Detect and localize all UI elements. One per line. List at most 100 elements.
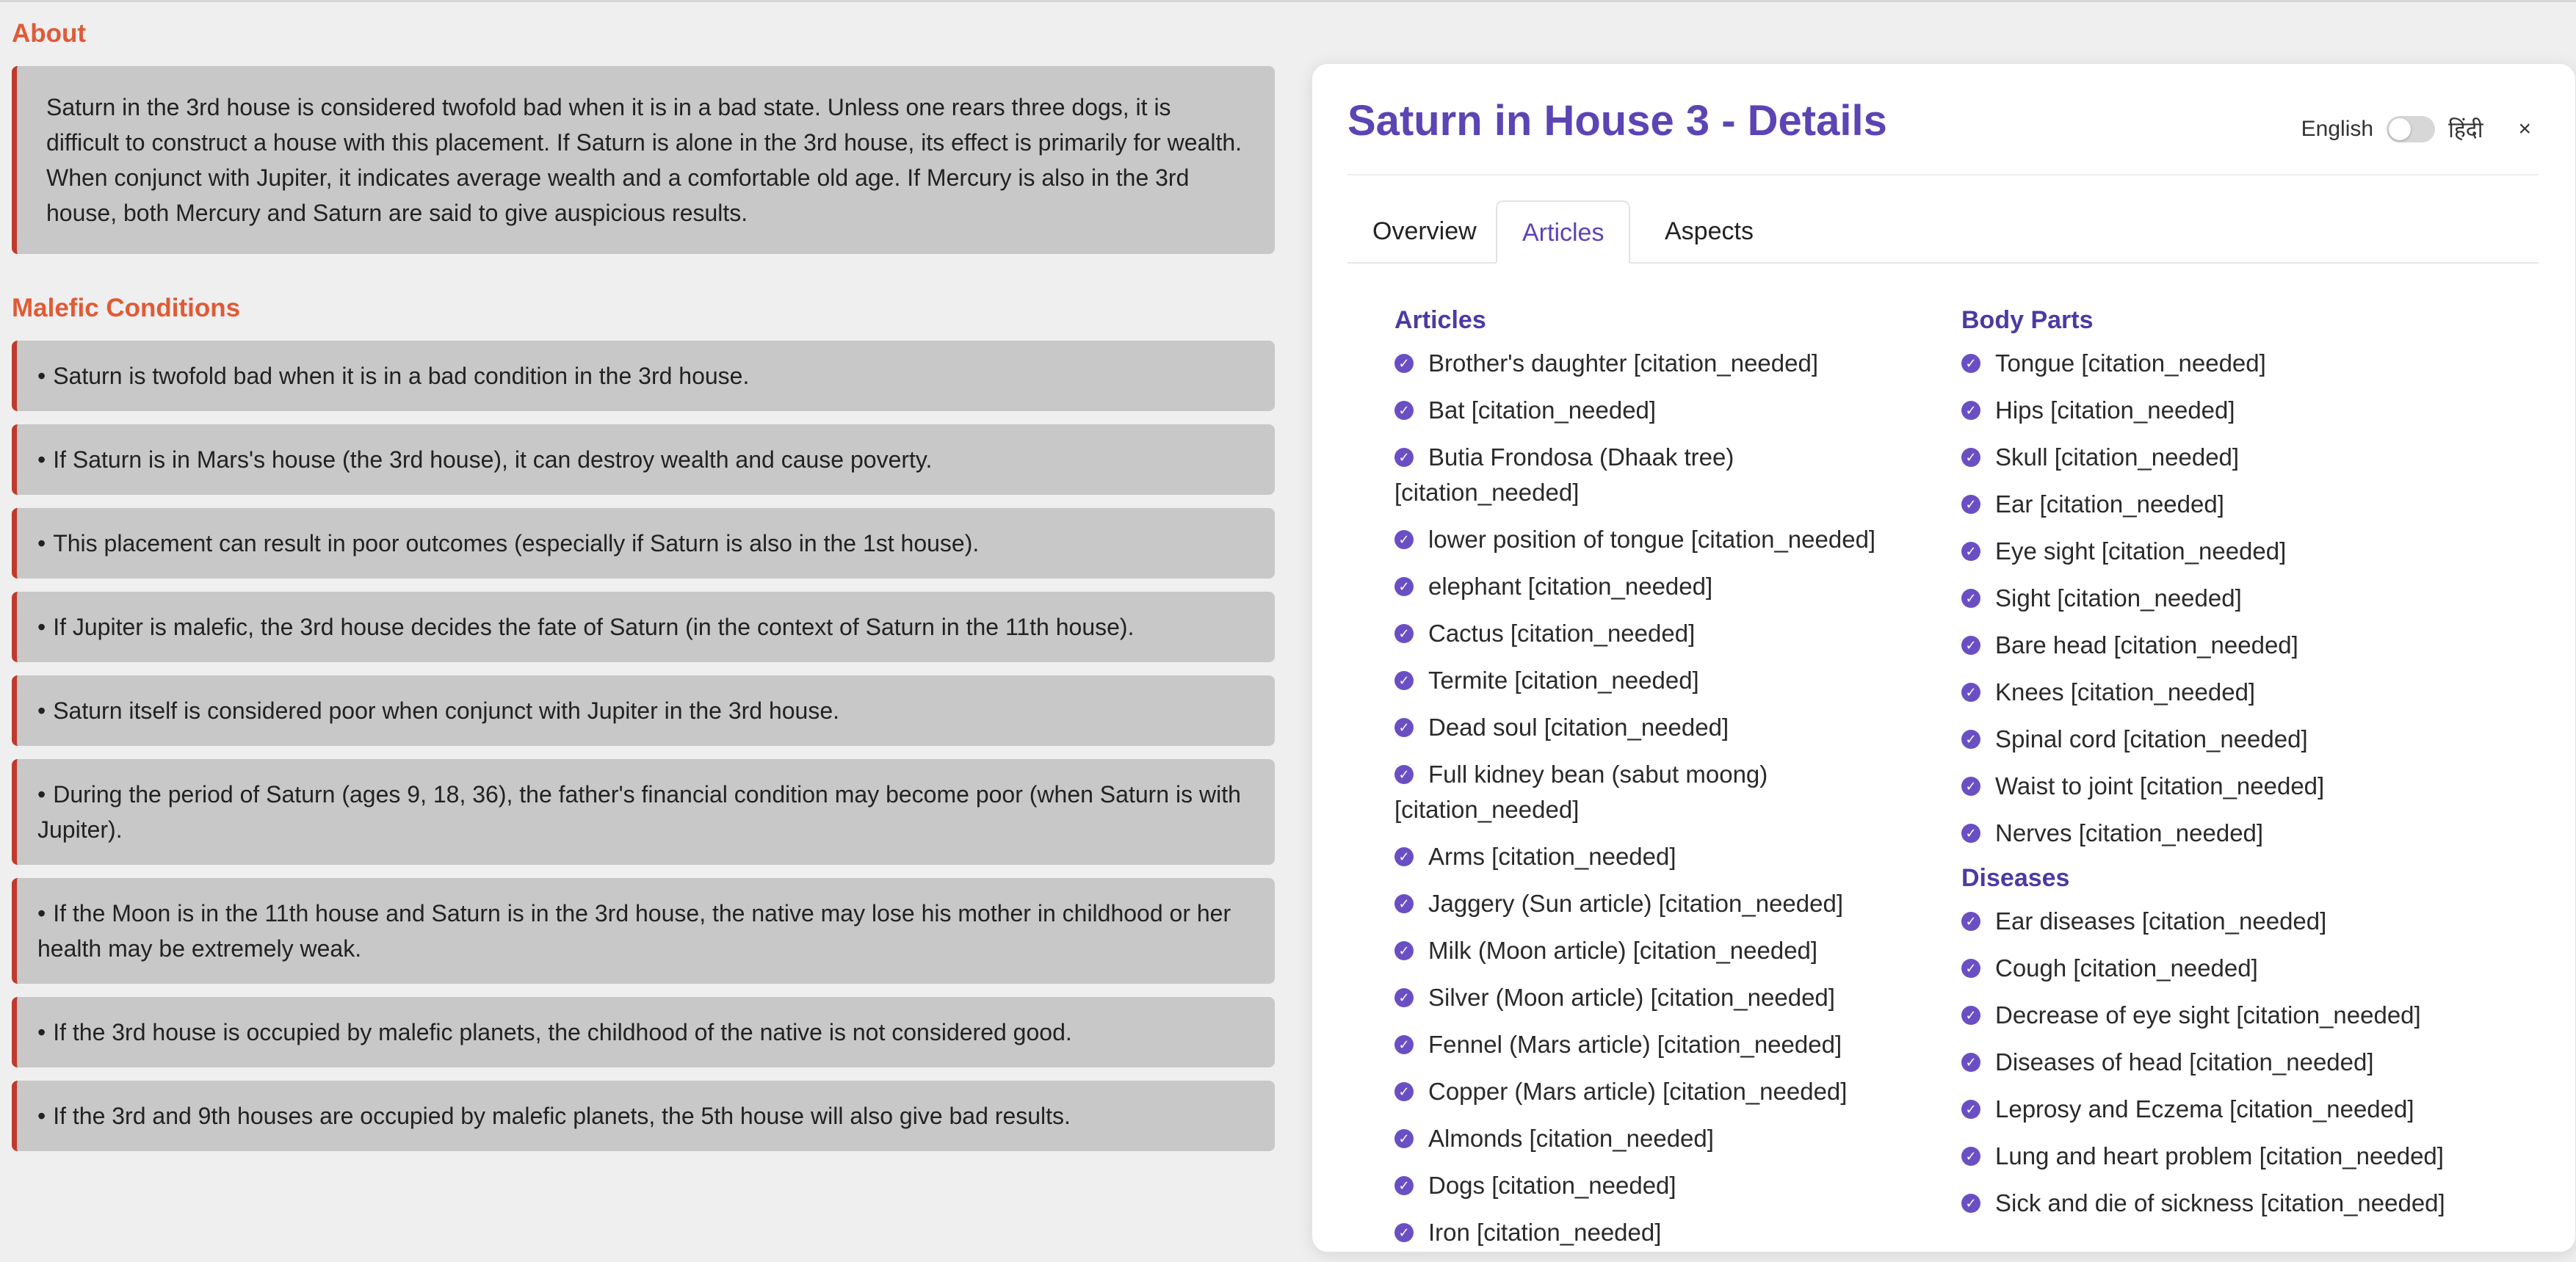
check-circle-icon: ✓ bbox=[1394, 624, 1414, 644]
header-divider bbox=[1347, 174, 2539, 175]
bullet: • bbox=[37, 697, 46, 724]
article-item: ✓ Silver (Moon article) [citation_needed] bbox=[1394, 980, 1909, 1015]
article-item: ✓ Cactus [citation_needed] bbox=[1394, 616, 1909, 651]
check-circle-icon: ✓ bbox=[1961, 495, 1980, 515]
malefic-item-text: If the Moon is in the 11th house and Sat… bbox=[37, 900, 1231, 962]
check-circle-icon: ✓ bbox=[1394, 718, 1414, 738]
malefic-item-text: If the 3rd house is occupied by malefic … bbox=[53, 1019, 1072, 1045]
check-circle-icon: ✓ bbox=[1394, 894, 1414, 914]
body-part-text: Tongue [citation_needed] bbox=[1995, 349, 2266, 377]
article-item: ✓ Bat [citation_needed] bbox=[1394, 393, 1909, 428]
malefic-item: • If the 3rd house is occupied by malefic… bbox=[12, 997, 1275, 1067]
body-part-text: Ear [citation_needed] bbox=[1995, 490, 2224, 518]
malefic-item-text: Saturn is twofold bad when it is in a ba… bbox=[53, 363, 750, 389]
bullet: • bbox=[37, 446, 46, 473]
article-text: Iron [citation_needed] bbox=[1428, 1219, 1662, 1246]
article-text: Butia Frondosa (Dhaak tree) [citation_ne… bbox=[1394, 443, 1734, 506]
check-circle-icon: ✓ bbox=[1961, 354, 1980, 374]
article-item: ✓ elephant [citation_needed] bbox=[1394, 569, 1909, 604]
article-text: Cactus [citation_needed] bbox=[1428, 620, 1696, 647]
bullet: • bbox=[37, 781, 46, 808]
article-item: ✓ Dead soul [citation_needed] bbox=[1394, 710, 1909, 745]
body-part-item: ✓ Spinal cord [citation_needed] bbox=[1961, 722, 2549, 757]
malefic-item: • During the period of Saturn (ages 9, 18… bbox=[12, 759, 1275, 865]
malefic-item: • If Jupiter is malefic, the 3rd house de… bbox=[12, 592, 1275, 662]
check-circle-icon: ✓ bbox=[1394, 988, 1414, 1008]
body-part-text: Waist to joint [citation_needed] bbox=[1995, 772, 2325, 799]
tab-articles[interactable]: Articles bbox=[1496, 200, 1631, 264]
bullet: • bbox=[37, 614, 46, 640]
check-circle-icon: ✓ bbox=[1961, 1194, 1980, 1214]
malefic-item-text: This placement can result in poor outcom… bbox=[53, 530, 980, 556]
malefic-item: • Saturn itself is considered poor when c… bbox=[12, 675, 1275, 746]
article-item: ✓ Dogs [citation_needed] bbox=[1394, 1168, 1909, 1203]
body-part-text: Bare head [citation_needed] bbox=[1995, 631, 2298, 659]
check-circle-icon: ✓ bbox=[1394, 530, 1414, 550]
disease-text: Decrease of eye sight [citation_needed] bbox=[1995, 1001, 2421, 1029]
body-part-text: Hips [citation_needed] bbox=[1995, 396, 2235, 424]
article-text: Jaggery (Sun article) [citation_needed] bbox=[1428, 890, 1843, 917]
body-part-item: ✓ Nerves [citation_needed] bbox=[1961, 816, 2549, 851]
bullet: • bbox=[37, 900, 46, 926]
disease-item: ✓ Diseases of head [citation_needed] bbox=[1961, 1045, 2549, 1080]
body-part-text: Knees [citation_needed] bbox=[1995, 678, 2256, 706]
tab-aspects[interactable]: Aspects bbox=[1640, 200, 1779, 262]
articles-list: ✓ Brother's daughter [citation_needed] ✓ B… bbox=[1394, 346, 1909, 1250]
check-circle-icon: ✓ bbox=[1961, 589, 1980, 609]
article-text: Almonds [citation_needed] bbox=[1428, 1125, 1714, 1152]
malefic-item: • If Saturn is in Mars's house (the 3rd h… bbox=[12, 424, 1275, 495]
disease-text: Sick and die of sickness [citation_neede… bbox=[1995, 1189, 2445, 1216]
malefic-item-text: If Jupiter is malefic, the 3rd house dec… bbox=[53, 614, 1135, 640]
details-panel: Saturn in House 3 - Details English हिंद… bbox=[1311, 63, 2576, 1252]
body-part-text: Sight [citation_needed] bbox=[1995, 584, 2242, 612]
malefic-item-text: If Saturn is in Mars's house (the 3rd ho… bbox=[53, 446, 933, 473]
tab-overview[interactable]: Overview bbox=[1347, 200, 1502, 262]
check-circle-icon: ✓ bbox=[1394, 354, 1414, 374]
disease-item: ✓ Leprosy and Eczema [citation_needed] bbox=[1961, 1092, 2549, 1127]
bullet: • bbox=[37, 1019, 46, 1045]
article-item: ✓ Termite [citation_needed] bbox=[1394, 663, 1909, 698]
check-circle-icon: ✓ bbox=[1394, 401, 1414, 421]
malefic-item: • This placement can result in poor outco… bbox=[12, 508, 1275, 579]
article-text: Full kidney bean (sabut moong) [citation… bbox=[1394, 761, 1768, 823]
check-circle-icon: ✓ bbox=[1394, 448, 1414, 468]
diseases-list: ✓ Ear diseases [citation_needed] ✓ Cough [… bbox=[1961, 904, 2549, 1221]
body-parts-list: ✓ Tongue [citation_needed] ✓ Hips [citatio… bbox=[1961, 346, 2549, 851]
check-circle-icon: ✓ bbox=[1961, 824, 1980, 844]
article-item: ✓ Full kidney bean (sabut moong) [citatio… bbox=[1394, 757, 1909, 827]
check-circle-icon: ✓ bbox=[1394, 765, 1414, 785]
check-circle-icon: ✓ bbox=[1961, 730, 1980, 750]
malefic-title: Malefic Conditions bbox=[12, 294, 241, 322]
check-circle-icon: ✓ bbox=[1394, 1035, 1414, 1055]
language-toggle[interactable] bbox=[2387, 115, 2436, 142]
check-circle-icon: ✓ bbox=[1961, 636, 1980, 656]
left-column: About Saturn in the 3rd house is conside… bbox=[0, 0, 1292, 1233]
malefic-list: • Saturn is twofold bad when it is in a b… bbox=[12, 341, 1275, 1164]
lang-hindi-label: हिंदी bbox=[2448, 118, 2483, 142]
bullet: • bbox=[37, 1103, 46, 1129]
check-circle-icon: ✓ bbox=[1394, 577, 1414, 597]
article-text: Bat [citation_needed] bbox=[1428, 396, 1657, 424]
about-title: About bbox=[12, 19, 87, 48]
disease-text: Diseases of head [citation_needed] bbox=[1995, 1048, 2374, 1076]
check-circle-icon: ✓ bbox=[1394, 1082, 1414, 1102]
article-text: Brother's daughter [citation_needed] bbox=[1428, 349, 1818, 377]
body-part-text: Spinal cord [citation_needed] bbox=[1995, 725, 2308, 753]
article-text: Fennel (Mars article) [citation_needed] bbox=[1428, 1031, 1842, 1058]
bullet: • bbox=[37, 530, 46, 556]
close-icon[interactable]: × bbox=[2518, 117, 2531, 142]
malefic-item: • Saturn is twofold bad when it is in a b… bbox=[12, 341, 1275, 411]
body-part-item: ✓ Ear [citation_needed] bbox=[1961, 487, 2549, 522]
article-text: Dead soul [citation_needed] bbox=[1428, 714, 1729, 741]
body-diseases-column: Body Parts ✓ Tongue [citation_needed] ✓ Hi… bbox=[1961, 306, 2549, 1233]
check-circle-icon: ✓ bbox=[1961, 683, 1980, 703]
check-circle-icon: ✓ bbox=[1394, 1176, 1414, 1196]
check-circle-icon: ✓ bbox=[1394, 1129, 1414, 1149]
lang-english-label: English bbox=[2301, 116, 2374, 141]
disease-item: ✓ Cough [citation_needed] bbox=[1961, 951, 2549, 986]
disease-text: Lung and heart problem [citation_needed] bbox=[1995, 1142, 2444, 1169]
body-part-item: ✓ Skull [citation_needed] bbox=[1961, 440, 2549, 475]
check-circle-icon: ✓ bbox=[1961, 1100, 1980, 1120]
article-item: ✓ lower position of tongue [citation_need… bbox=[1394, 522, 1909, 557]
body-part-item: ✓ Bare head [citation_needed] bbox=[1961, 628, 2549, 663]
